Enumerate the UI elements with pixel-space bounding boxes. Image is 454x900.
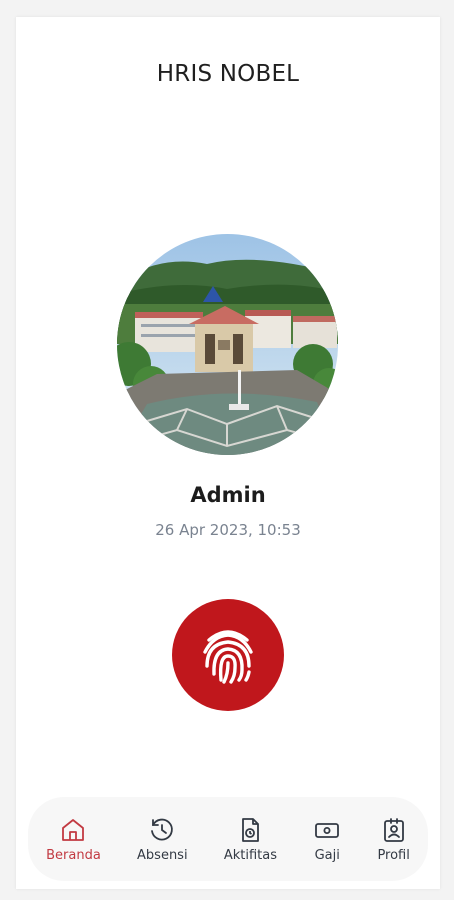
history-icon xyxy=(151,818,174,840)
nav-item-absensi[interactable]: Absensi xyxy=(137,816,188,863)
nav-label: Absensi xyxy=(137,847,188,863)
nav-item-aktifitas[interactable]: Aktifitas xyxy=(224,816,277,863)
money-icon xyxy=(315,822,340,838)
nav-label: Aktifitas xyxy=(223,847,277,863)
phone-screen: HRIS NOBEL Admin 26 Apr 2023, 10:53 Bera… xyxy=(16,17,440,889)
current-datetime: 26 Apr 2023, 10:53 xyxy=(155,521,301,539)
profile-photo xyxy=(117,234,338,455)
bottom-navigation: Beranda Absensi Aktifitas Gaji Profil xyxy=(28,797,428,881)
activity-icon xyxy=(242,817,260,842)
nav-label: Gaji xyxy=(314,847,340,863)
app-title: HRIS NOBEL xyxy=(156,61,300,87)
nav-label: Profil xyxy=(377,847,410,863)
nav-item-beranda[interactable]: Beranda xyxy=(46,816,101,863)
home-icon xyxy=(62,818,85,841)
nav-item-profil[interactable]: Profil xyxy=(377,816,410,863)
fingerprint-icon xyxy=(203,630,253,684)
profile-icon xyxy=(383,817,404,842)
nav-item-gaji[interactable]: Gaji xyxy=(313,816,341,863)
nav-label: Beranda xyxy=(46,847,101,863)
user-name: Admin xyxy=(190,483,266,507)
campus-building-photo-icon xyxy=(117,234,338,455)
fingerprint-attendance-button[interactable] xyxy=(172,599,284,711)
